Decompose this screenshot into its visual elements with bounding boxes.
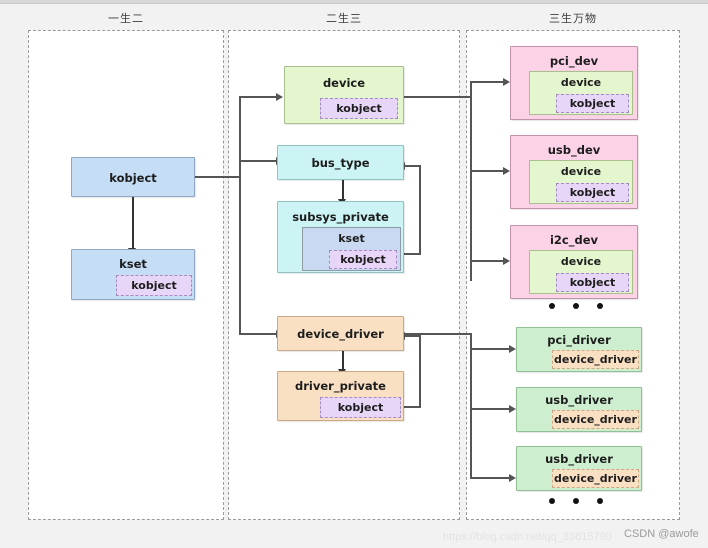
node-usb-driver-2[interactable]: usb_driver device_driver xyxy=(516,446,642,491)
arrow-device-to-i2c-dev xyxy=(503,257,510,265)
arrow-device-to-pci-dev xyxy=(503,78,510,86)
connector-device-to-i2c-dev xyxy=(470,260,504,262)
node-usb-driver-1-nested-device-driver[interactable]: device_driver xyxy=(552,410,639,429)
node-kobject-label: kobject xyxy=(109,171,157,185)
connector-kobject-to-bus-type xyxy=(239,160,277,162)
ellipsis-dot xyxy=(597,303,603,309)
node-usb-dev-label: usb_dev xyxy=(547,143,601,157)
node-usb-driver-1-label: usb_driver xyxy=(545,393,613,407)
connector-device-trunk-v xyxy=(470,81,472,281)
node-device-driver[interactable]: device_driver xyxy=(277,316,404,351)
node-subsys-kset-label: kset xyxy=(338,232,365,245)
node-kobject[interactable]: kobject xyxy=(71,157,195,197)
ellipsis-dot xyxy=(549,498,555,504)
node-bus-type[interactable]: bus_type xyxy=(277,145,404,180)
ellipsis-dot xyxy=(573,303,579,309)
node-device-nested-kobject[interactable]: kobject xyxy=(320,98,398,119)
node-pci-dev-nested-kobject[interactable]: kobject xyxy=(556,94,629,113)
ellipsis-dot xyxy=(573,498,579,504)
connector-driver-kobject-loop-h2 xyxy=(403,335,421,337)
connector-device-to-pci-dev xyxy=(470,81,504,83)
connector-subsys-kobject-loop-h2 xyxy=(403,165,421,167)
column-header-3: 三生万物 xyxy=(549,12,597,25)
node-kset-nested-kobject[interactable]: kobject xyxy=(116,275,192,296)
node-i2c-dev-nested-device[interactable]: device kobject xyxy=(529,250,633,294)
node-device-driver-label: device_driver xyxy=(297,327,384,341)
node-i2c-dev[interactable]: i2c_dev device kobject xyxy=(510,225,638,299)
node-kset[interactable]: kset kobject xyxy=(71,249,195,300)
node-usb-dev[interactable]: usb_dev device kobject xyxy=(510,135,638,209)
ellipsis-dot xyxy=(549,303,555,309)
node-usb-driver-1[interactable]: usb_driver device_driver xyxy=(516,387,642,432)
node-subsys-private-label: subsys_private xyxy=(292,210,389,224)
ellipsis-devices xyxy=(549,303,603,309)
arrow-kobject-to-device xyxy=(276,93,283,101)
node-subsys-private[interactable]: subsys_private kset kobject xyxy=(277,201,404,273)
node-usb-driver-2-nested-device-driver[interactable]: device_driver xyxy=(552,469,639,488)
node-pci-dev-device-label: device xyxy=(560,76,602,89)
connector-driver-to-usb-driver-2 xyxy=(470,477,510,479)
node-pci-dev-nested-device[interactable]: device kobject xyxy=(529,71,633,115)
node-driver-private-nested-kobject[interactable]: kobject xyxy=(320,397,401,418)
node-pci-driver-nested-device-driver[interactable]: device_driver xyxy=(552,350,639,369)
connector-kobject-to-device xyxy=(239,96,277,98)
column-header-2: 二生三 xyxy=(326,12,362,25)
node-usb-dev-nested-device[interactable]: device kobject xyxy=(529,160,633,204)
connector-device-to-usb-dev xyxy=(470,170,504,172)
node-usb-driver-2-label: usb_driver xyxy=(545,452,613,466)
watermark-tag: CSDN @awofe xyxy=(624,528,699,540)
ellipsis-drivers xyxy=(549,498,603,504)
connector-kobject-trunk-v xyxy=(239,97,241,335)
connector-device-trunk-h xyxy=(404,96,472,98)
node-i2c-dev-label: i2c_dev xyxy=(549,233,599,247)
column-header-1: 一生二 xyxy=(108,12,144,25)
arrow-driver-to-pci-driver xyxy=(509,345,516,353)
connector-kobject-to-device-driver xyxy=(239,333,277,335)
node-usb-dev-nested-kobject[interactable]: kobject xyxy=(556,183,629,202)
node-driver-private-label: driver_private xyxy=(295,379,386,393)
node-pci-dev-label: pci_dev xyxy=(549,54,599,68)
arrow-device-to-usb-dev xyxy=(503,167,510,175)
node-bus-type-label: bus_type xyxy=(311,156,370,170)
node-subsys-private-nested-kset[interactable]: kset kobject xyxy=(302,227,401,271)
node-kset-label: kset xyxy=(119,257,147,271)
connector-driver-trunk-v xyxy=(470,333,472,478)
node-i2c-dev-device-label: device xyxy=(560,255,602,268)
diagram-canvas: 一生二 二生三 三生万物 kobject kset kobject device… xyxy=(0,0,708,548)
node-pci-driver-label: pci_driver xyxy=(547,333,611,347)
node-device-label: device xyxy=(322,76,366,90)
node-subsys-kset-nested-kobject[interactable]: kobject xyxy=(329,250,397,269)
connector-driver-kobject-loop-v xyxy=(419,335,421,408)
node-usb-dev-device-label: device xyxy=(560,165,602,178)
node-device[interactable]: device kobject xyxy=(284,66,404,124)
connector-kobject-trunk-h xyxy=(195,176,241,178)
node-driver-private[interactable]: driver_private kobject xyxy=(277,371,404,421)
page-top-rule xyxy=(0,0,708,4)
connector-driver-trunk-h xyxy=(404,333,472,335)
ellipsis-dot xyxy=(597,498,603,504)
connector-kobject-to-kset xyxy=(132,197,134,249)
node-pci-driver[interactable]: pci_driver device_driver xyxy=(516,327,642,372)
connector-driver-to-usb-driver-1 xyxy=(470,408,510,410)
arrow-driver-to-usb-driver-1 xyxy=(509,405,516,413)
arrow-driver-to-usb-driver-2 xyxy=(509,474,516,482)
watermark-url: https://blog.csdn.net/qq_33615790 xyxy=(443,531,612,543)
connector-driver-to-pci-driver xyxy=(470,348,510,350)
connector-subsys-kobject-loop-v xyxy=(419,165,421,255)
node-pci-dev[interactable]: pci_dev device kobject xyxy=(510,46,638,120)
node-i2c-dev-nested-kobject[interactable]: kobject xyxy=(556,273,629,292)
